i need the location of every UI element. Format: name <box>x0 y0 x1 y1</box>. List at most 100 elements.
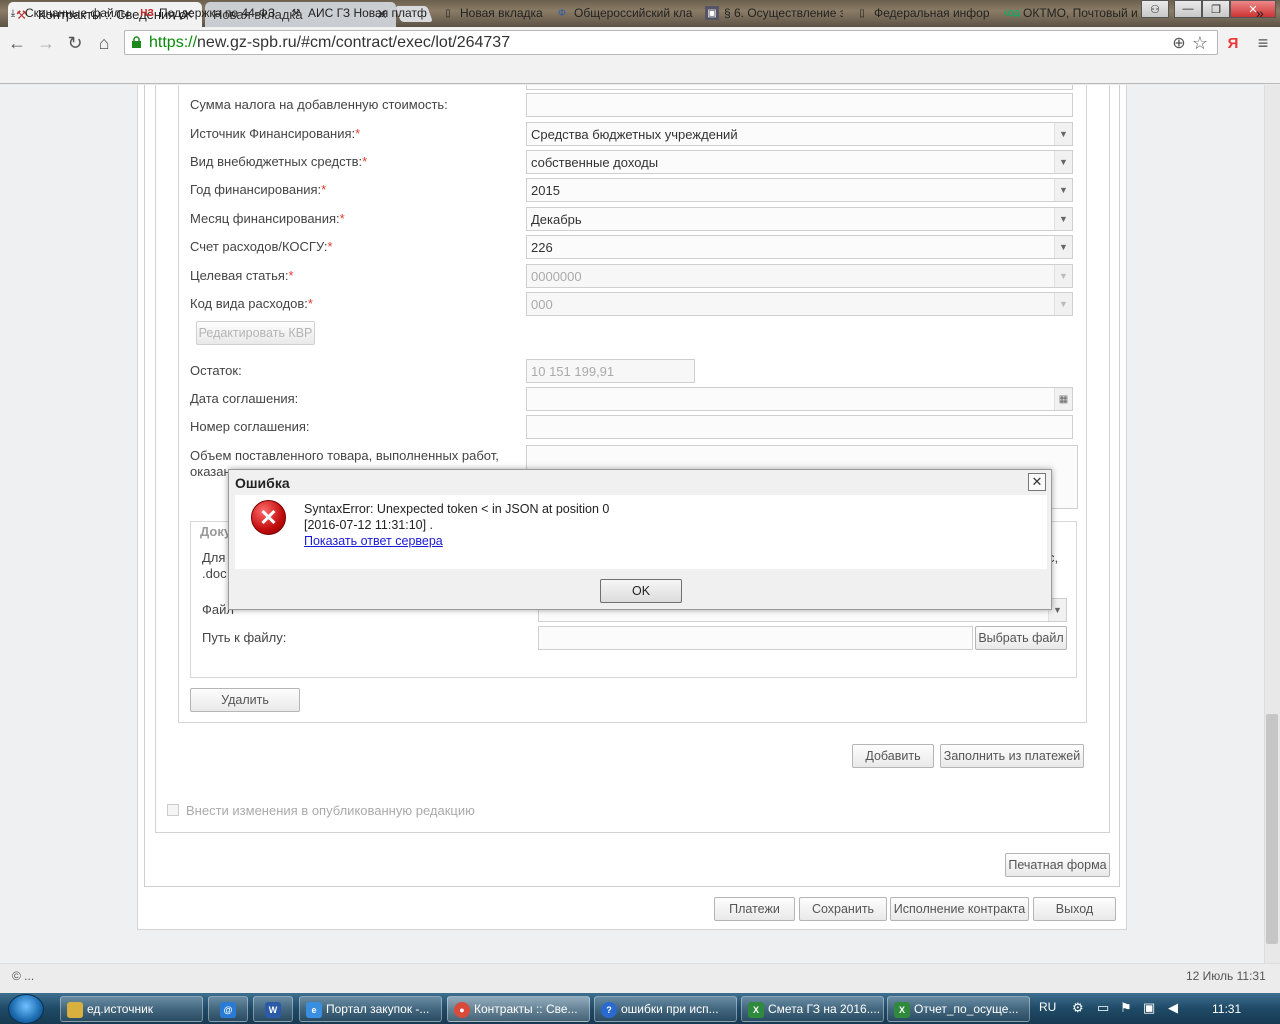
home-icon[interactable]: ⌂ <box>93 32 115 54</box>
choose-file-button[interactable]: Выбрать файл <box>975 626 1067 650</box>
contract-execution-button[interactable]: Исполнение контракта <box>890 897 1029 921</box>
taskbar-item-excel-2[interactable]: X Отчет_по_осуще... <box>887 996 1030 1022</box>
bookmark-oktmo[interactable]: KOД ОКТМО, Почтовый и <box>1004 4 1142 22</box>
taskbar-item-folder[interactable]: ед.источник <box>60 996 203 1022</box>
taskbar-item-word[interactable]: W <box>253 996 293 1022</box>
path-label: Путь к файлу: <box>202 630 287 645</box>
kvr-label: Код вида расходов:* <box>190 296 313 311</box>
extrabudget-label: Вид внебюджетных средств:* <box>190 154 368 169</box>
device-icon[interactable]: ▭ <box>1097 1000 1109 1016</box>
address-bar[interactable]: https://new.gz-spb.ru/#cm/contract/exec/… <box>124 30 1218 55</box>
flag-icon[interactable]: ⚑ <box>1120 1000 1132 1016</box>
source-select[interactable]: Средства бюджетных учреждений ▼ <box>526 122 1073 146</box>
agreement-date-input[interactable]: ▦ <box>526 387 1073 411</box>
chevron-down-icon[interactable]: ▼ <box>1054 123 1072 145</box>
exit-button[interactable]: Выход <box>1033 897 1116 921</box>
bookmark-section6[interactable]: ▣ § 6. Осуществление з <box>705 4 843 22</box>
bookmark-federal[interactable]: ▯ Федеральная инфор <box>855 4 993 22</box>
start-button[interactable] <box>8 994 44 1024</box>
taskbar-item-chrome[interactable]: ● Контракты :: Све... <box>447 996 590 1022</box>
bookmark-label: Общероссийский кла <box>574 6 693 20</box>
chevron-down-icon[interactable]: ▼ <box>1054 293 1072 315</box>
volume-label-cont: оказан <box>190 464 231 479</box>
bookmark-support[interactable]: НЗ Поддержка по 44-ФЗ <box>140 4 277 22</box>
bookmark-newtab[interactable]: ▯ Новая вкладка <box>441 4 547 22</box>
user-icon[interactable]: ⚇ <box>1141 0 1169 18</box>
file-path-input[interactable] <box>538 626 973 650</box>
payments-button[interactable]: Платежи <box>714 897 795 921</box>
maximize-button[interactable]: ❐ <box>1202 0 1230 18</box>
taskbar-item-ie[interactable]: e Портал закупок -... <box>299 996 442 1022</box>
bookmarks-more-icon[interactable]: » <box>1256 4 1264 22</box>
excel-icon: X <box>748 1002 764 1018</box>
agreement-number-label: Номер соглашения: <box>190 419 310 434</box>
remainder-input[interactable]: 10 151 199,91 <box>526 359 695 383</box>
add-button[interactable]: Добавить <box>852 744 934 768</box>
agreement-number-input[interactable] <box>526 415 1073 439</box>
source-value: Средства бюджетных учреждений <box>531 126 738 142</box>
outlook-icon: @ <box>220 1002 236 1018</box>
vat-label: Сумма налога на добавленную стоимость: <box>190 97 448 112</box>
word-icon: W <box>265 1002 281 1018</box>
taskbar-label: Смета ГЗ на 2016.... <box>768 1002 881 1016</box>
publish-checkbox[interactable] <box>167 804 179 816</box>
scrollbar-thumb[interactable] <box>1266 714 1278 944</box>
menu-icon[interactable]: ≡ <box>1252 32 1274 54</box>
save-button[interactable]: Сохранить <box>799 897 887 921</box>
taskbar-label: ошибки при исп... <box>621 1002 719 1016</box>
reload-icon[interactable]: ↻ <box>64 32 86 54</box>
footer-datetime: 12 Июль 11:31 <box>1186 969 1266 983</box>
vat-input[interactable] <box>526 93 1073 117</box>
fill-from-payments-button[interactable]: Заполнить из платежей <box>940 744 1084 768</box>
download-icon: ⤓ <box>10 7 16 19</box>
language-indicator[interactable]: RU <box>1039 1000 1056 1014</box>
chevron-down-icon[interactable]: ▼ <box>1054 151 1072 173</box>
edit-kvr-button[interactable]: Редактировать КВР <box>196 321 315 345</box>
window-close-button[interactable]: ✕ <box>1230 0 1276 18</box>
zoom-icon[interactable]: ⊕ <box>1168 32 1190 54</box>
chevron-down-icon[interactable]: ▼ <box>1054 265 1072 287</box>
taskbar-item-outlook[interactable]: @ <box>208 996 248 1022</box>
volume-icon[interactable]: ◀ <box>1168 1000 1178 1016</box>
print-form-button[interactable]: Печатная форма <box>1005 853 1110 877</box>
star-icon[interactable]: ☆ <box>1189 32 1211 54</box>
minimize-button[interactable]: — <box>1174 0 1202 18</box>
copyright: © ... <box>12 969 35 983</box>
previous-field[interactable] <box>526 85 1073 90</box>
lock-icon <box>132 36 141 48</box>
year-select[interactable]: 2015 ▼ <box>526 178 1073 202</box>
month-select[interactable]: Декабрь ▼ <box>526 207 1073 231</box>
forward-icon[interactable]: → <box>35 32 57 54</box>
back-icon[interactable]: ← <box>6 32 28 54</box>
excel-icon: X <box>894 1002 910 1018</box>
year-label: Год финансирования:* <box>190 182 327 197</box>
gear-icon[interactable]: ⚙ <box>1072 1000 1084 1016</box>
documents-legend: Доку <box>200 524 232 539</box>
chevron-down-icon[interactable]: ▼ <box>1054 236 1072 258</box>
target-select[interactable]: 0000000 ▼ <box>526 264 1073 288</box>
bookmarks-bar <box>0 58 1280 84</box>
chevron-down-icon[interactable]: ▼ <box>1054 208 1072 230</box>
clock[interactable]: 11:31 <box>1212 1002 1241 1016</box>
bookmark-classifier[interactable]: Φ Общероссийский кла <box>555 4 693 22</box>
ok-button[interactable]: OK <box>600 579 682 603</box>
taskbar-item-excel-1[interactable]: X Смета ГЗ на 2016.... <box>741 996 884 1022</box>
publish-checkbox-label: Внести изменения в опубликованную редакц… <box>186 803 475 818</box>
phi-icon: Φ <box>558 7 566 19</box>
documents-hint: Для <box>202 550 226 565</box>
account-select[interactable]: 226 ▼ <box>526 235 1073 259</box>
chevron-down-icon[interactable]: ▼ <box>1054 179 1072 201</box>
calendar-icon[interactable]: ▦ <box>1054 388 1072 410</box>
close-icon[interactable]: ✕ <box>1028 473 1046 491</box>
kvr-select[interactable]: 000 ▼ <box>526 292 1073 316</box>
taskbar-item-help[interactable]: ? ошибки при исп... <box>594 996 737 1022</box>
bookmark-ais[interactable]: ⚒ АИС ГЗ Новая платф <box>289 4 429 22</box>
delete-button[interactable]: Удалить <box>190 688 300 712</box>
network-icon[interactable]: ▣ <box>1143 1000 1155 1016</box>
extrabudget-select[interactable]: собственные доходы ▼ <box>526 150 1073 174</box>
show-server-response-link[interactable]: Показать ответ сервера <box>304 534 443 548</box>
yandex-icon[interactable]: Я <box>1222 32 1244 54</box>
bookmark-downloads[interactable]: ⤓ Скачанные файлы <box>6 4 134 22</box>
extrabudget-value: собственные доходы <box>531 154 659 170</box>
chrome-icon: ● <box>454 1002 470 1018</box>
